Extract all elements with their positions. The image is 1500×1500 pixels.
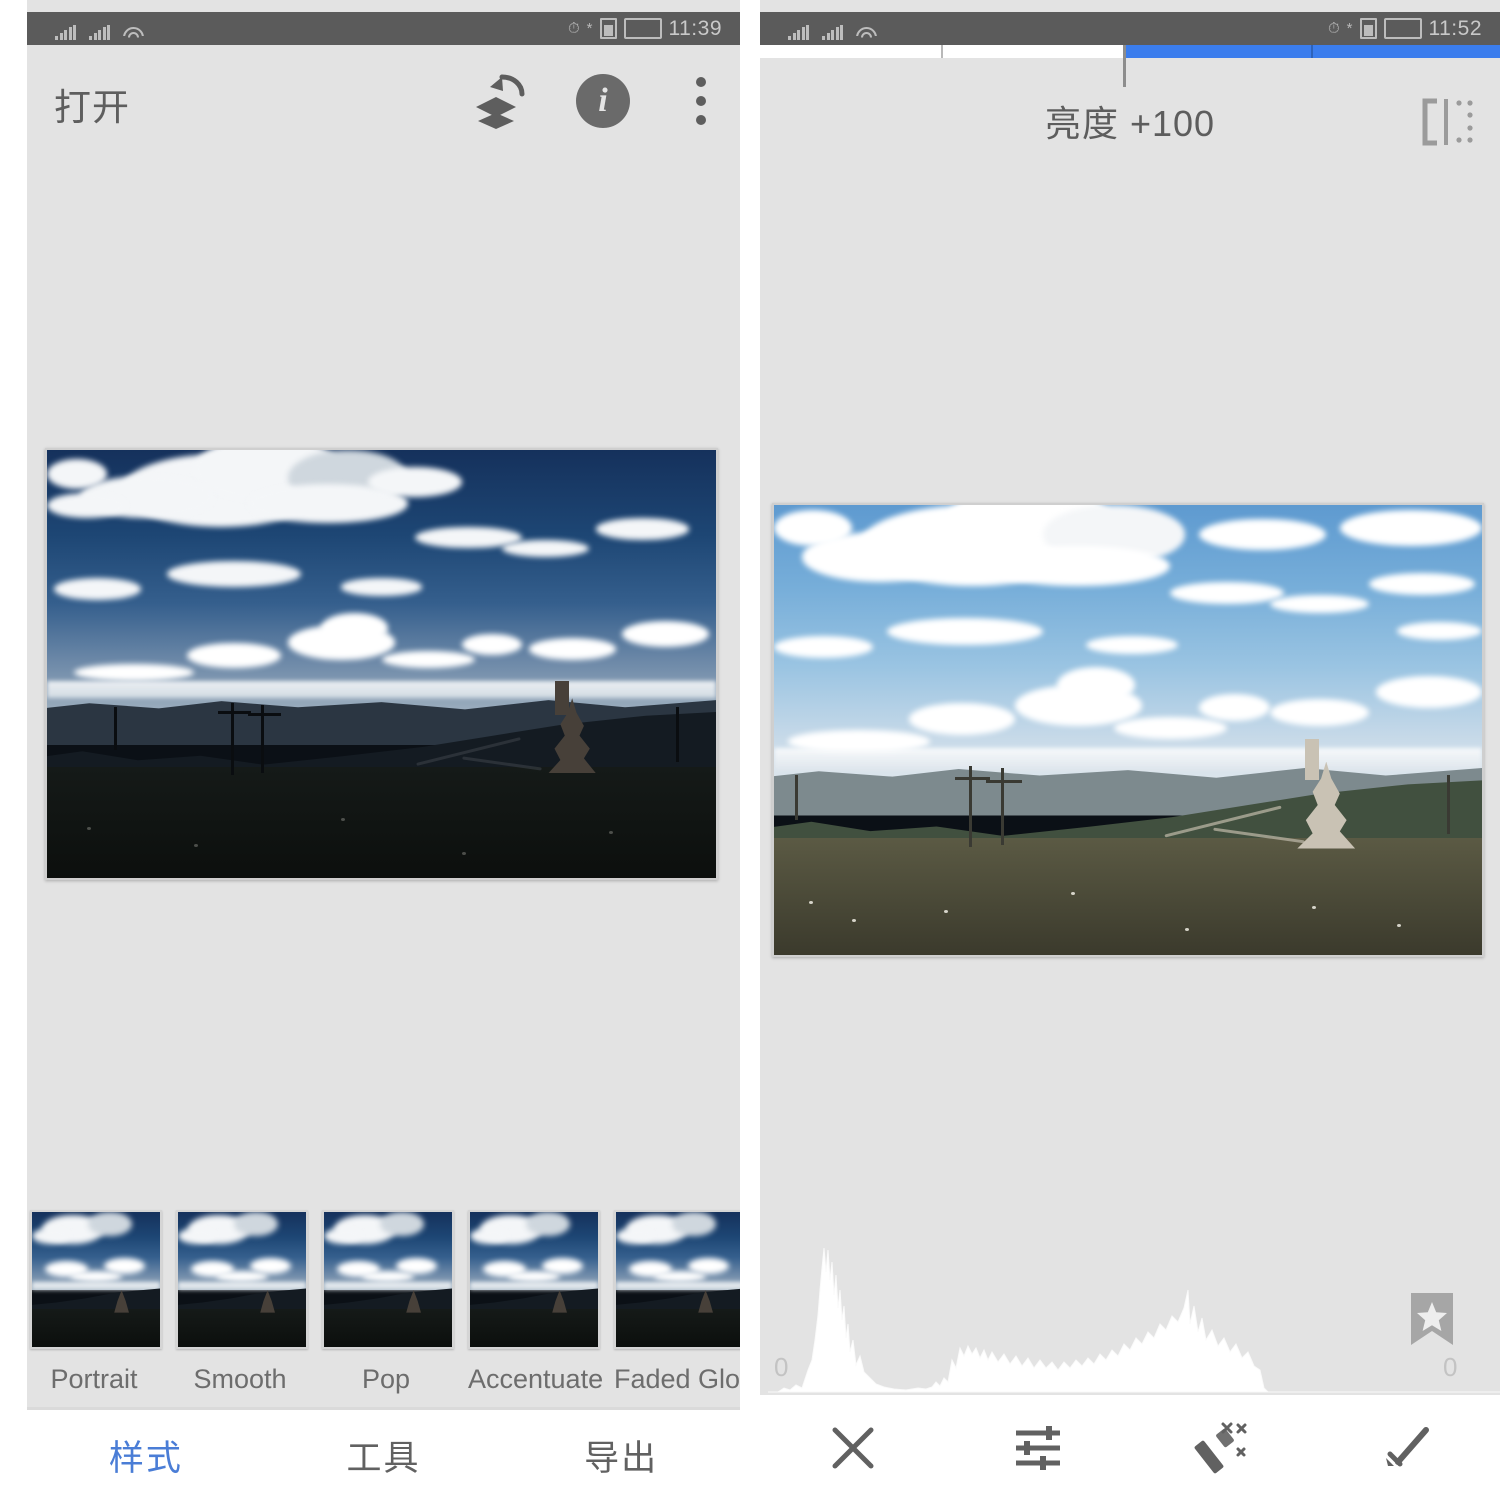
filter-label: Smooth (193, 1364, 287, 1394)
battery-icon (1383, 18, 1422, 39)
close-icon (832, 1427, 873, 1468)
status-left-icons (55, 18, 140, 40)
apply-button[interactable] (1315, 1395, 1500, 1500)
filter-label: Pop (361, 1364, 411, 1394)
filter-item-smooth[interactable]: Smooth (176, 1210, 308, 1395)
main-photo-edited[interactable] (772, 503, 1484, 957)
wifi-icon (856, 26, 873, 40)
alarm-clock-icon: ⏱ (567, 20, 580, 37)
cancel-button[interactable] (760, 1395, 945, 1500)
battery-icon (623, 18, 662, 39)
wifi-icon (123, 26, 140, 40)
filter-label: Accentuate (468, 1364, 604, 1394)
slider-value-label: 亮度 +100 (1044, 103, 1216, 144)
bluetooth-icon: * (586, 20, 593, 37)
signal-bars-icon (822, 24, 843, 40)
revert-layers-icon[interactable] (472, 73, 525, 129)
slider-tick (1311, 45, 1314, 58)
status-clock: 11:52 (1428, 16, 1482, 40)
histogram-right-label: 0 (1443, 1352, 1458, 1382)
battery-icon (599, 18, 617, 39)
info-icon[interactable]: i (576, 74, 630, 128)
screenshot-root: ⏱ * 11:39 打开 i Portrait Smooth Pop Accen… (0, 0, 1500, 1500)
tab-styles[interactable]: 样式 (27, 1430, 265, 1481)
slider-tick (941, 45, 944, 58)
page-title: 打开 (54, 87, 130, 128)
right-phone-screen: ⏱ * 11:52 亮度 +100 0 0 (760, 0, 1500, 1500)
signal-bars-icon (788, 24, 809, 40)
landscape-scene (47, 450, 716, 878)
adjust-button[interactable] (945, 1395, 1130, 1500)
signal-bars-icon (55, 24, 76, 40)
apply-check-icon (1385, 1426, 1429, 1466)
filter-thumbnails: Portrait Smooth Pop Accentuate Faded Glo (27, 1210, 740, 1395)
tab-export[interactable]: 导出 (502, 1430, 740, 1481)
filter-thumbnail[interactable] (468, 1210, 600, 1349)
alarm-clock-icon: ⏱ (1327, 20, 1340, 37)
magic-wand-icon (1194, 1422, 1246, 1473)
bottom-tab-bar: 样式 工具 导出 (27, 1407, 740, 1500)
bluetooth-icon: * (1346, 20, 1353, 37)
sliders-icon (1015, 1425, 1060, 1470)
brightness-slider-header: 亮度 +100 (760, 45, 1500, 175)
histogram-curve (768, 1247, 1500, 1393)
signal-bars-icon (89, 24, 110, 40)
main-photo-original[interactable] (45, 448, 718, 880)
filter-thumbnail[interactable] (322, 1210, 454, 1349)
filter-item-accentuate[interactable]: Accentuate (468, 1210, 604, 1395)
status-left-icons (788, 18, 873, 40)
filter-thumbnail[interactable] (30, 1210, 162, 1349)
tab-tools[interactable]: 工具 (265, 1430, 503, 1481)
app-bar: 打开 i (27, 45, 740, 165)
slider-thumb[interactable] (1122, 45, 1126, 87)
status-bar: ⏱ * 11:52 (760, 12, 1500, 45)
filter-strip[interactable]: Portrait Smooth Pop Accentuate Faded Glo (27, 1210, 740, 1405)
landscape-scene (774, 505, 1482, 955)
histogram: 0 0 (760, 1220, 1500, 1395)
left-phone-screen: ⏱ * 11:39 打开 i Portrait Smooth Pop Accen… (27, 0, 740, 1500)
status-right-icons: ⏱ * 11:52 (1328, 17, 1482, 41)
filter-item-pop[interactable]: Pop (322, 1210, 454, 1395)
filter-label: Portrait (50, 1364, 138, 1394)
status-bar: ⏱ * 11:39 (27, 12, 740, 45)
more-vertical-icon[interactable] (682, 77, 720, 125)
histogram-left-label: 0 (774, 1352, 789, 1382)
slider-track[interactable] (760, 45, 1500, 58)
bookmark-star-icon[interactable] (1409, 1291, 1455, 1347)
filter-item-portrait[interactable]: Portrait (30, 1210, 162, 1395)
filter-label: Faded Glow (614, 1364, 740, 1394)
filter-thumbnail[interactable] (614, 1210, 740, 1349)
app-bar-actions: i (472, 73, 720, 129)
edit-toolbar (760, 1395, 1500, 1500)
auto-enhance-button[interactable] (1130, 1395, 1315, 1500)
filter-item-faded-glow[interactable]: Faded Glow (614, 1210, 740, 1395)
status-right-icons: ⏱ * 11:39 (568, 17, 722, 41)
status-clock: 11:39 (668, 16, 722, 40)
compare-split-icon[interactable] (1420, 97, 1476, 147)
battery-icon (1359, 18, 1377, 39)
filter-thumbnail[interactable] (176, 1210, 308, 1349)
